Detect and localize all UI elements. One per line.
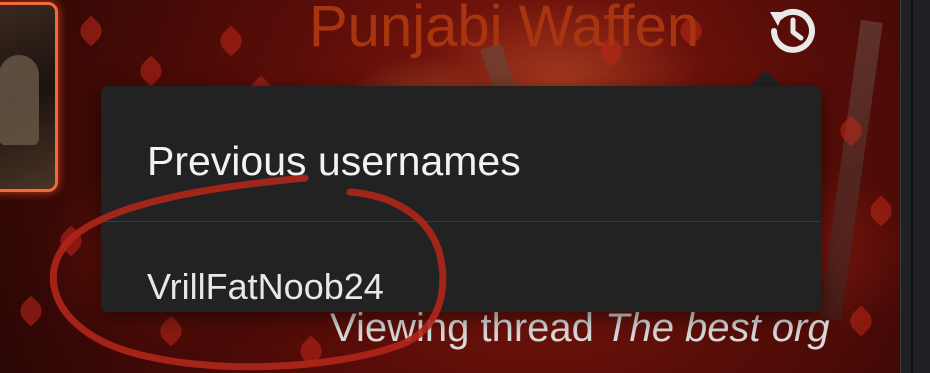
previous-usernames-popover: Previous usernames VrillFatNoob24 bbox=[101, 86, 821, 312]
profile-username: Punjabi Waffen bbox=[309, 0, 700, 59]
popover-title: Previous usernames bbox=[147, 138, 521, 184]
activity-prefix: Viewing thread bbox=[330, 306, 594, 350]
scrollbar-track[interactable] bbox=[900, 0, 930, 373]
username-history-button[interactable] bbox=[764, 2, 822, 60]
previous-username-label: VrillFatNoob24 bbox=[147, 266, 384, 307]
history-icon bbox=[770, 8, 815, 53]
popover-header: Previous usernames bbox=[101, 86, 821, 222]
avatar[interactable] bbox=[0, 2, 58, 192]
activity-thread-link[interactable]: The best org bbox=[605, 306, 830, 350]
avatar-figure bbox=[0, 55, 39, 145]
activity-status: Viewing thread The best org bbox=[330, 306, 830, 351]
previous-username-item: VrillFatNoob24 bbox=[101, 222, 821, 312]
popover-arrow bbox=[750, 70, 782, 86]
